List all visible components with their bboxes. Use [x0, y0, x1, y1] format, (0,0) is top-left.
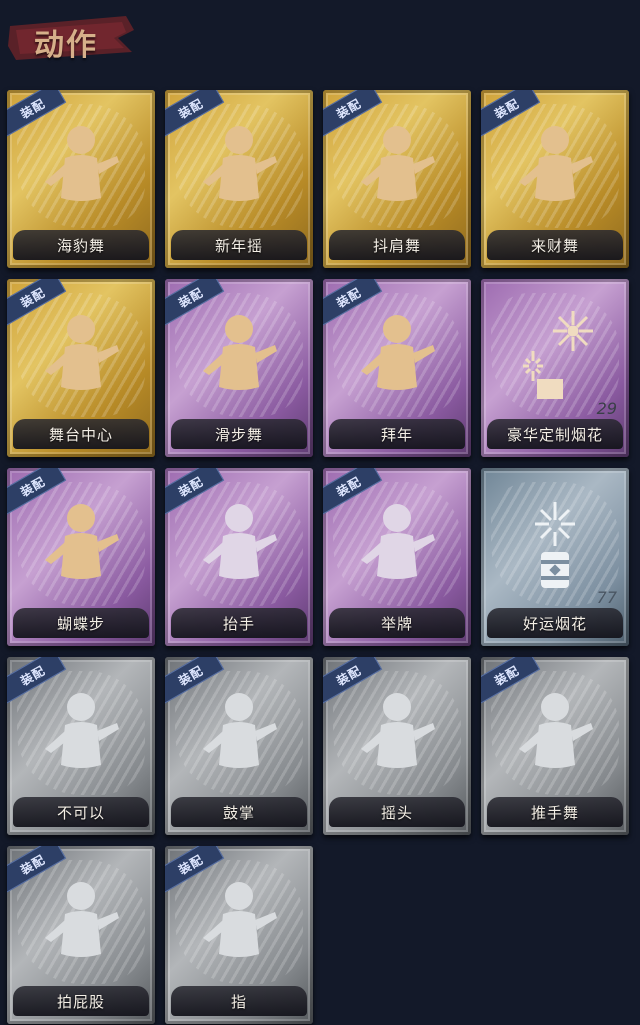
emote-collection-screen: 动作 海豹舞 装配 新年摇 装配 抖肩舞 装配 来财舞 装配 舞台中心 装配 滑… — [0, 0, 640, 1025]
emote-card[interactable]: 豪华定制烟花 29 — [481, 279, 629, 457]
emote-name: 鼓掌 — [222, 803, 255, 822]
emote-name: 抖肩舞 — [372, 236, 421, 255]
item-count: 77 — [596, 588, 617, 607]
emote-card[interactable]: 推手舞 装配 — [481, 657, 629, 835]
emote-card[interactable]: 不可以 装配 — [7, 657, 155, 835]
emote-card[interactable]: 新年摇 装配 — [165, 90, 313, 268]
emote-name: 蝴蝶步 — [56, 614, 105, 633]
hold-sign-pose-icon — [361, 504, 435, 579]
emote-name: 好运烟花 — [522, 614, 587, 633]
emote-card[interactable]: 抖肩舞 装配 — [323, 90, 471, 268]
emote-card[interactable]: 举牌 装配 — [323, 468, 471, 646]
shoulder-shake-pose-icon — [361, 126, 435, 201]
name-bar: 指 — [171, 986, 307, 1016]
emote-name: 举牌 — [380, 614, 413, 633]
shake-head-pose-icon — [361, 693, 435, 768]
emote-name: 不可以 — [56, 803, 105, 822]
name-bar: 海豹舞 — [13, 230, 149, 260]
name-bar: 抬手 — [171, 608, 307, 638]
emote-card[interactable]: 鼓掌 装配 — [165, 657, 313, 835]
new-year-greeting-pose-icon — [361, 315, 435, 390]
emote-name: 海豹舞 — [56, 236, 105, 255]
emote-card[interactable]: 舞台中心 装配 — [7, 279, 155, 457]
lucky-fireworks-icon — [535, 502, 575, 588]
emote-name: 拜年 — [380, 425, 413, 444]
emote-card[interactable]: 滑步舞 装配 — [165, 279, 313, 457]
point-pose-icon — [203, 882, 277, 957]
clap-pose-icon — [203, 693, 277, 768]
name-bar: 不可以 — [13, 797, 149, 827]
emote-name: 新年摇 — [214, 236, 263, 255]
raise-hand-pose-icon — [203, 504, 277, 579]
name-bar: 拜年 — [329, 419, 465, 449]
emote-card[interactable]: 拜年 装配 — [323, 279, 471, 457]
name-bar: 鼓掌 — [171, 797, 307, 827]
emote-card[interactable]: 海豹舞 装配 — [7, 90, 155, 268]
name-bar: 舞台中心 — [13, 419, 149, 449]
item-count: 29 — [596, 399, 617, 418]
emote-name: 指 — [230, 992, 247, 1011]
center-stage-pose-icon — [45, 315, 119, 390]
pat-butt-pose-icon — [45, 882, 119, 957]
emote-name: 来财舞 — [530, 236, 579, 255]
emote-grid: 海豹舞 装配 新年摇 装配 抖肩舞 装配 来财舞 装配 舞台中心 装配 滑步舞 … — [7, 90, 629, 1024]
name-bar: 豪华定制烟花 — [487, 419, 623, 449]
name-bar: 来财舞 — [487, 230, 623, 260]
name-bar: 摇头 — [329, 797, 465, 827]
emote-name: 豪华定制烟花 — [506, 425, 603, 444]
name-bar: 新年摇 — [171, 230, 307, 260]
push-hand-dance-pose-icon — [519, 693, 593, 768]
page-title: 动作 — [34, 28, 98, 63]
emote-card[interactable]: 好运烟花 77 — [481, 468, 629, 646]
emote-card[interactable]: 抬手 装配 — [165, 468, 313, 646]
emote-name: 摇头 — [380, 803, 413, 822]
emote-name: 推手舞 — [530, 803, 579, 822]
name-bar: 举牌 — [329, 608, 465, 638]
header: 动作 — [0, 0, 640, 80]
name-bar: 滑步舞 — [171, 419, 307, 449]
emote-name: 拍屁股 — [56, 992, 105, 1011]
name-bar: 蝴蝶步 — [13, 608, 149, 638]
emote-card[interactable]: 拍屁股 装配 — [7, 846, 155, 1024]
emote-name: 滑步舞 — [214, 425, 263, 444]
emote-card[interactable]: 来财舞 装配 — [481, 90, 629, 268]
name-bar: 抖肩舞 — [329, 230, 465, 260]
new-year-sway-pose-icon — [203, 126, 277, 201]
deluxe-fireworks-icon — [523, 311, 593, 399]
emote-card[interactable]: 指 装配 — [165, 846, 313, 1024]
name-bar: 拍屁股 — [13, 986, 149, 1016]
fortune-dance-pose-icon — [519, 126, 593, 201]
emote-card[interactable]: 摇头 装配 — [323, 657, 471, 835]
emote-name: 舞台中心 — [48, 425, 113, 444]
seal-dance-pose-icon — [45, 126, 119, 201]
name-bar: 好运烟花 — [487, 608, 623, 638]
emote-card[interactable]: 蝴蝶步 装配 — [7, 468, 155, 646]
butterfly-step-pose-icon — [45, 504, 119, 579]
name-bar: 推手舞 — [487, 797, 623, 827]
slide-dance-pose-icon — [203, 315, 277, 390]
no-finger-pose-icon — [45, 693, 119, 768]
emote-name: 抬手 — [222, 614, 255, 633]
